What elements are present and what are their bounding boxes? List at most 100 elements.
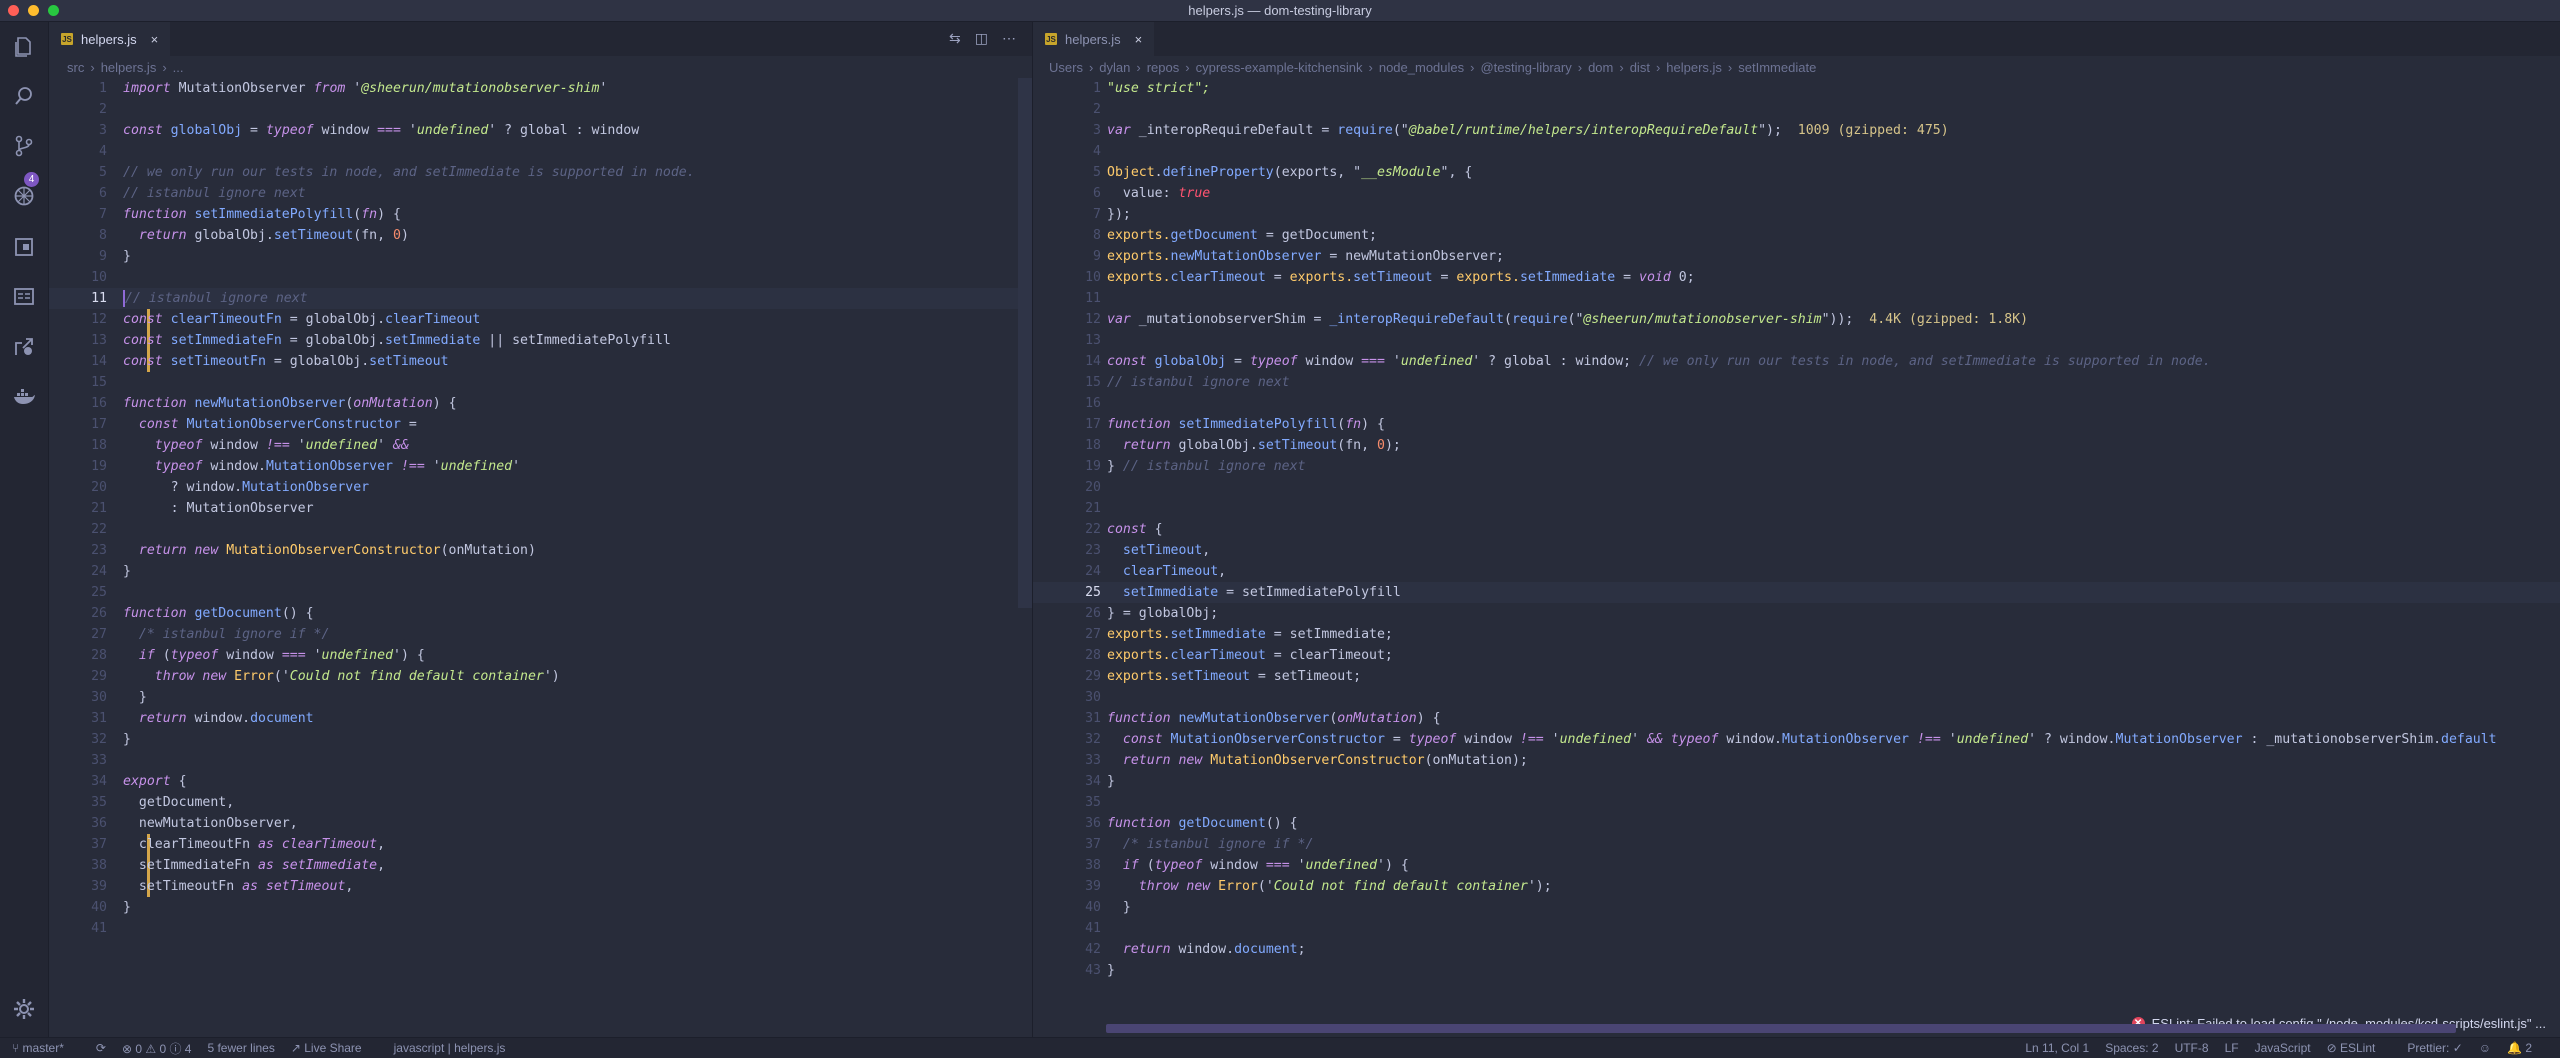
code-line[interactable]: 3 var _interopRequireDefault = require("@… bbox=[1033, 120, 2560, 141]
breadcrumb-item[interactable]: helpers.js bbox=[1666, 60, 1722, 75]
problems-indicator[interactable]: ⊗ 0 ⚠ 0 ⓘ 4 bbox=[122, 1040, 192, 1057]
code-line[interactable]: 35 bbox=[1033, 792, 2560, 813]
docker-icon[interactable] bbox=[11, 384, 37, 410]
breadcrumb-item[interactable]: repos bbox=[1147, 60, 1180, 75]
code-line[interactable]: 14 const globalObj = typeof window === 'u… bbox=[1033, 351, 2560, 372]
close-tab-icon[interactable]: × bbox=[151, 32, 159, 47]
code-line[interactable]: 15 bbox=[49, 372, 1032, 393]
cursor-position[interactable]: Ln 11, Col 1 bbox=[2025, 1041, 2089, 1055]
close-tab-icon[interactable]: × bbox=[1135, 32, 1143, 47]
code-line[interactable]: 37 /* istanbul ignore if */ bbox=[1033, 834, 2560, 855]
sync-icon[interactable]: ⟳ bbox=[96, 1041, 106, 1055]
breadcrumb-item[interactable]: dylan bbox=[1099, 60, 1130, 75]
debug-icon[interactable] bbox=[11, 183, 37, 209]
open-changes-icon[interactable]: ⇆ bbox=[949, 30, 961, 47]
tab-helpers-js-left[interactable]: JS helpers.js × bbox=[49, 22, 171, 56]
code-line[interactable]: 19} // istanbul ignore next bbox=[1033, 456, 2560, 477]
code-line[interactable]: 7}); bbox=[1033, 204, 2560, 225]
code-line[interactable]: 33 return new MutationObserverConstructo… bbox=[1033, 750, 2560, 771]
code-line[interactable]: 12 const clearTimeoutFn = globalObj.clear… bbox=[49, 309, 1032, 330]
code-line[interactable]: 37 clearTimeoutFn as clearTimeout, bbox=[49, 834, 1032, 855]
code-line[interactable]: 23 return new MutationObserverConstructo… bbox=[49, 540, 1032, 561]
code-line[interactable]: 20 bbox=[1033, 477, 2560, 498]
code-line[interactable]: 5 Object.defineProperty(exports, "__esMod… bbox=[1033, 162, 2560, 183]
code-line[interactable]: 1 "use strict"; bbox=[1033, 78, 2560, 99]
code-line[interactable]: 18 typeof window !== 'undefined' && bbox=[49, 435, 1032, 456]
code-line[interactable]: 22 const { bbox=[1033, 519, 2560, 540]
code-line[interactable]: 30 bbox=[1033, 687, 2560, 708]
code-line[interactable]: 2 bbox=[1033, 99, 2560, 120]
split-editor-icon[interactable]: ◫ bbox=[975, 30, 988, 47]
code-line[interactable]: 39 throw new Error('Could not find defau… bbox=[1033, 876, 2560, 897]
explorer-icon[interactable] bbox=[11, 34, 37, 60]
code-line[interactable]: 10 bbox=[49, 267, 1032, 288]
code-line[interactable]: 8 return globalObj.setTimeout(fn, 0) bbox=[49, 225, 1032, 246]
code-line[interactable]: 4 bbox=[1033, 141, 2560, 162]
code-line[interactable]: 40} bbox=[49, 897, 1032, 918]
notifications-bell[interactable]: 🔔 2 bbox=[2507, 1041, 2548, 1055]
code-line[interactable]: 11 // istanbul ignore next bbox=[49, 288, 1032, 309]
code-line[interactable]: 38 if (typeof window === 'undefined') { bbox=[1033, 855, 2560, 876]
diff-summary[interactable]: 5 fewer lines bbox=[207, 1041, 274, 1055]
code-line[interactable]: 28 if (typeof window === 'undefined') { bbox=[49, 645, 1032, 666]
feedback-icon[interactable]: ☺ bbox=[2479, 1041, 2491, 1055]
source-control-icon[interactable] bbox=[11, 133, 37, 159]
branch-indicator[interactable]: ⑂ master* bbox=[12, 1041, 80, 1055]
breadcrumb-item[interactable]: helpers.js bbox=[101, 60, 157, 75]
code-line[interactable]: 18 return globalObj.setTimeout(fn, 0); bbox=[1033, 435, 2560, 456]
left-scrollbar[interactable] bbox=[1018, 78, 1032, 608]
more-actions-icon[interactable]: ⋯ bbox=[1002, 30, 1016, 47]
code-line[interactable]: 13 bbox=[1033, 330, 2560, 351]
live-share-status[interactable]: ↗ Live Share bbox=[291, 1041, 378, 1055]
code-line[interactable]: 36 newMutationObserver, bbox=[49, 813, 1032, 834]
code-line[interactable]: 16 bbox=[1033, 393, 2560, 414]
code-line[interactable]: 22 bbox=[49, 519, 1032, 540]
code-line[interactable]: 28 exports.clearTimeout = clearTimeout; bbox=[1033, 645, 2560, 666]
code-line[interactable]: 35 getDocument, bbox=[49, 792, 1032, 813]
code-line[interactable]: 32} bbox=[49, 729, 1032, 750]
code-line[interactable]: 15 // istanbul ignore next bbox=[1033, 372, 2560, 393]
code-line[interactable]: 36 function getDocument() { bbox=[1033, 813, 2560, 834]
prettier-status[interactable]: Prettier: ✓ bbox=[2407, 1041, 2462, 1055]
breadcrumb-item[interactable]: cypress-example-kitchensink bbox=[1196, 60, 1363, 75]
code-line[interactable]: 24 clearTimeout, bbox=[1033, 561, 2560, 582]
search-icon[interactable] bbox=[11, 83, 37, 109]
breadcrumb-item[interactable]: dist bbox=[1630, 60, 1650, 75]
breadcrumb-item[interactable]: ... bbox=[173, 60, 184, 75]
code-line[interactable]: 8 exports.getDocument = getDocument; bbox=[1033, 225, 2560, 246]
code-line[interactable]: 5 // we only run our tests in node, and s… bbox=[49, 162, 1032, 183]
live-share-icon[interactable] bbox=[11, 334, 37, 360]
code-line[interactable]: 1 import MutationObserver from '@sheerun/… bbox=[49, 78, 1032, 99]
code-line[interactable]: 7 function setImmediatePolyfill(fn) { bbox=[49, 204, 1032, 225]
code-line[interactable]: 6 value: true bbox=[1033, 183, 2560, 204]
breadcrumb-item[interactable]: @testing-library bbox=[1480, 60, 1571, 75]
code-line[interactable]: 38 setImmediateFn as setImmediate, bbox=[49, 855, 1032, 876]
breadcrumb-item[interactable]: Users bbox=[1049, 60, 1083, 75]
code-line[interactable]: 21 : MutationObserver bbox=[49, 498, 1032, 519]
encoding[interactable]: UTF-8 bbox=[2175, 1041, 2209, 1055]
breadcrumb-item[interactable]: src bbox=[67, 60, 84, 75]
code-line[interactable]: 33 bbox=[49, 750, 1032, 771]
code-line[interactable]: 4 bbox=[49, 141, 1032, 162]
remote-explorer-icon[interactable] bbox=[11, 284, 37, 310]
code-line[interactable]: 16 function newMutationObserver(onMutatio… bbox=[49, 393, 1032, 414]
code-line[interactable]: 30 } bbox=[49, 687, 1032, 708]
settings-gear-icon[interactable] bbox=[11, 996, 37, 1022]
code-line[interactable]: 31 return window.document bbox=[49, 708, 1032, 729]
code-line[interactable]: 19 typeof window.MutationObserver !== 'u… bbox=[49, 456, 1032, 477]
code-line[interactable]: 17 const MutationObserverConstructor = bbox=[49, 414, 1032, 435]
code-line[interactable]: 39 setTimeoutFn as setTimeout, bbox=[49, 876, 1032, 897]
left-code-editor[interactable]: 1 import MutationObserver from '@sheerun/… bbox=[49, 78, 1032, 939]
eslint-status[interactable]: ⊘ ESLint bbox=[2327, 1041, 2392, 1055]
code-line[interactable]: 26 function getDocument() { bbox=[49, 603, 1032, 624]
code-line[interactable]: 29 throw new Error('Could not find defau… bbox=[49, 666, 1032, 687]
code-line[interactable]: 20 ? window.MutationObserver bbox=[49, 477, 1032, 498]
code-line[interactable]: 41 bbox=[1033, 918, 2560, 939]
end-of-line[interactable]: LF bbox=[2225, 1041, 2239, 1055]
breadcrumb-item[interactable]: dom bbox=[1588, 60, 1613, 75]
code-line[interactable]: 29 exports.setTimeout = setTimeout; bbox=[1033, 666, 2560, 687]
code-line[interactable]: 9} bbox=[49, 246, 1032, 267]
code-line[interactable]: 9 exports.newMutationObserver = newMutati… bbox=[1033, 246, 2560, 267]
code-line[interactable]: 34 export { bbox=[49, 771, 1032, 792]
code-line[interactable]: 25 setImmediate = setImmediatePolyfill bbox=[1033, 582, 2560, 603]
